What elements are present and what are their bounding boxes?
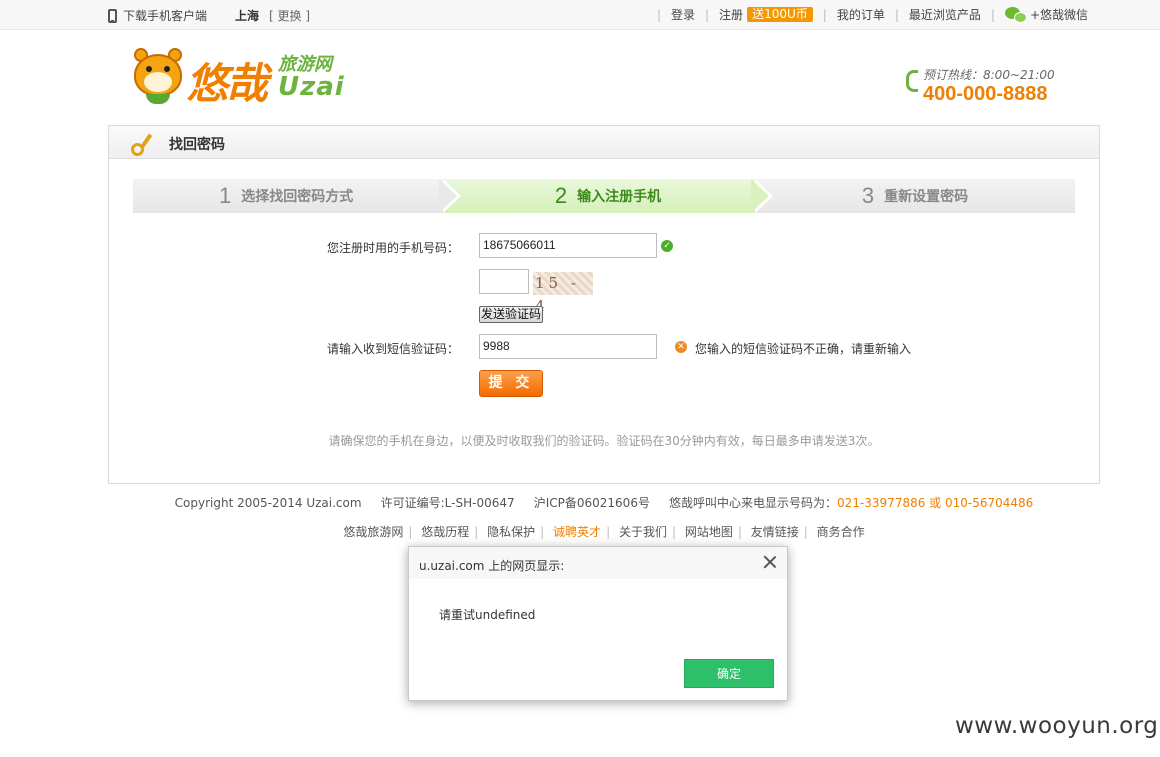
sms-code-error: 您输入的短信验证码不正确，请重新输入 [695, 342, 912, 356]
send-sms-code-button[interactable]: 发送验证码 [479, 306, 544, 323]
register-link[interactable]: 注册 [719, 6, 743, 23]
alert-dialog: u.uzai.com 上的网页显示: 请重试undefined 确定 [408, 546, 788, 701]
step-number: 3 [861, 183, 875, 208]
my-orders-link[interactable]: 我的订单 [837, 6, 885, 23]
sms-code-input[interactable]: 9988 [479, 334, 657, 359]
footer-links: 悠哉旅游网 | 悠哉历程 | 隐私保护 | 诚聘英才 | 关于我们 | 网站地图 | 友情链… [0, 523, 1160, 540]
footer-link-jobs[interactable]: 诚聘英才 [548, 525, 606, 539]
step-2-active: 2 输入注册手机 [443, 179, 773, 213]
step-indicator: 1 选择找回密码方式 2 输入注册手机 3 重新设置密码 [133, 179, 1075, 213]
change-city-link[interactable]: [ 更换 ] [269, 7, 310, 24]
step-label: 重新设置密码 [884, 189, 969, 205]
footer-link[interactable]: 网站地图 [680, 525, 738, 539]
captcha-input[interactable] [479, 269, 529, 294]
sms-tip: 请确保您的手机在身边，以便及时收取我们的验证码。验证码在30分钟内有效，每日最多… [328, 434, 880, 448]
telephone-icon [906, 70, 918, 92]
site-logo[interactable]: 悠哉 旅游网 Uzai [132, 46, 352, 112]
wechat-link[interactable]: +悠哉微信 [1030, 6, 1088, 23]
dialog-ok-button[interactable]: 确定 [684, 659, 774, 688]
submit-button[interactable]: 提 交 [479, 370, 543, 397]
phone-input[interactable]: 18675066011 [479, 233, 657, 258]
current-city: 上海 [235, 9, 260, 23]
sms-code-label: 请输入收到短信验证码： [326, 342, 459, 356]
step-1: 1 选择找回密码方式 [133, 179, 453, 213]
footer-link[interactable]: 友情链接 [746, 525, 804, 539]
footer-link[interactable]: 悠哉旅游网 [338, 525, 408, 539]
hotline-number: 400-000-8888 [923, 83, 1048, 105]
mobile-phone-icon [108, 8, 117, 23]
brand-name-cn: 悠哉 [186, 59, 268, 108]
footer-link[interactable]: 隐私保护 [482, 525, 540, 539]
footer-link[interactable]: 关于我们 [614, 525, 672, 539]
login-link[interactable]: 登录 [671, 6, 695, 23]
top-bar-right: | 登录 | 注册 送100U币 | 我的订单 | 最近浏览产品 | +悠哉微信 [647, 6, 1088, 23]
panel-header: 找回密码 [109, 126, 1099, 159]
divider: | [990, 7, 995, 22]
top-bar: 下载手机客户端 上海 [ 更换 ] | 登录 | 注册 送100U币 | 我的订… [0, 0, 1160, 30]
footer-link[interactable]: 悠哉历程 [416, 525, 474, 539]
step-label: 选择找回密码方式 [241, 189, 354, 205]
recover-password-panel: 找回密码 1 选择找回密码方式 2 输入注册手机 3 重新设置密码 您注册时用的… [108, 125, 1100, 484]
key-icon [131, 130, 155, 156]
step-number: 1 [219, 183, 232, 208]
page-title: 找回密码 [169, 137, 225, 153]
copyright-text: Copyright 2005-2014 Uzai.com [174, 496, 362, 510]
step-number: 2 [554, 183, 568, 208]
step-arrow [439, 179, 457, 213]
callcenter-numbers: 021-33977886 或 010-56704486 [837, 496, 1034, 510]
wechat-icon [1004, 6, 1027, 23]
dialog-title: u.uzai.com 上的网页显示: [419, 559, 565, 573]
captcha-image[interactable]: 15 - 4 [533, 272, 593, 315]
license-text: 许可证编号:L-SH-00647 [380, 496, 515, 510]
register-promo-badge[interactable]: 送100U币 [747, 7, 813, 22]
icp-text: 沪ICP备06021606号 [533, 496, 650, 510]
step-label: 输入注册手机 [577, 189, 662, 205]
hotline-hours: 预订热线：8:00~21:00 [923, 68, 1055, 82]
watermark: www.wooyun.org [955, 713, 1159, 739]
footer-copyright: Copyright 2005-2014 Uzai.com 许可证编号:L-SH-… [0, 494, 1160, 511]
divider: | [894, 7, 899, 22]
close-icon[interactable] [761, 553, 779, 571]
recent-viewed-link[interactable]: 最近浏览产品 [909, 6, 981, 23]
divider: | [656, 7, 661, 22]
step-3: 3 重新设置密码 [755, 179, 1075, 213]
download-app-link[interactable]: 下载手机客户端 [123, 7, 207, 24]
callcenter-text: 悠哉呼叫中心来电显示号码为： [669, 496, 838, 510]
error-icon: ✕ [675, 341, 687, 353]
dialog-message: 请重试undefined [439, 608, 536, 622]
step-arrow [751, 179, 769, 213]
valid-check-icon: ✓ [661, 240, 673, 252]
divider: | [705, 7, 710, 22]
tiger-mascot-icon [132, 48, 184, 104]
dialog-header: u.uzai.com 上的网页显示: [409, 547, 787, 579]
divider: | [822, 7, 827, 22]
top-bar-left: 下载手机客户端 上海 [ 更换 ] [108, 7, 310, 24]
brand-name-en: Uzai [278, 72, 345, 102]
phone-label: 您注册时用的手机号码： [326, 241, 459, 255]
footer-link[interactable]: 商务合作 [812, 525, 870, 539]
